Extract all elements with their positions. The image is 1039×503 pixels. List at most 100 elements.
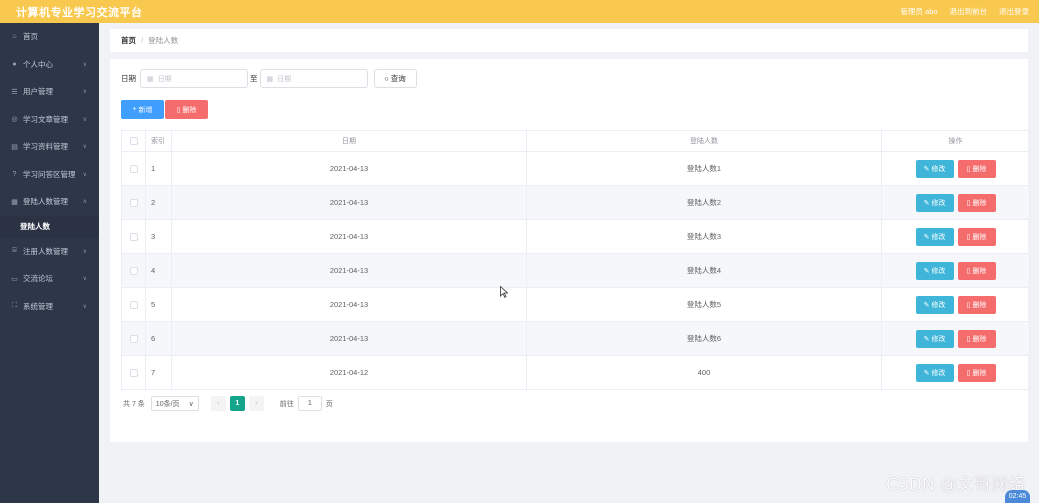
plus-icon: + bbox=[132, 106, 137, 113]
edit-button[interactable]: ✎ 修改 bbox=[915, 295, 954, 314]
user-label: 管理员 abo bbox=[900, 7, 938, 16]
table-row: 5 2021-04-13 登陆人数5 ✎ 修改 ▯ 删除 bbox=[122, 288, 1029, 322]
page-number-current[interactable]: 1 bbox=[229, 396, 245, 411]
search-form: 日期 ▦ 日期 至 ▦ 日期 ○ 查询 bbox=[121, 69, 417, 88]
row-login-count: 登陆人数1 bbox=[527, 152, 882, 185]
row-delete-button[interactable]: ▯ 删除 bbox=[957, 159, 996, 178]
trash-icon: ▯ bbox=[966, 369, 971, 377]
list-icon: ▦ bbox=[11, 198, 18, 206]
sidebar-item-articles[interactable]: ◎ 学习文章管理 ∨ bbox=[0, 106, 99, 134]
column-header-date: 日期 bbox=[172, 131, 527, 151]
page-size-select[interactable]: 10条/页 ∨ bbox=[150, 396, 199, 411]
row-delete-button[interactable]: ▯ 删除 bbox=[957, 261, 996, 280]
batch-delete-button[interactable]: ▯ 删除 bbox=[165, 100, 208, 119]
table-row: 1 2021-04-13 登陆人数1 ✎ 修改 ▯ 删除 bbox=[122, 152, 1029, 186]
front-link[interactable]: 退出到前台 bbox=[950, 6, 988, 17]
row-date: 2021-04-13 bbox=[172, 254, 527, 287]
table-row: 2 2021-04-13 登陆人数2 ✎ 修改 ▯ 删除 bbox=[122, 186, 1029, 220]
trash-icon: ▯ bbox=[966, 267, 971, 275]
next-page-button[interactable]: › bbox=[248, 396, 264, 411]
sidebar-item-register-count[interactable]: ⌸ 注册人数管理 ∨ bbox=[0, 238, 99, 266]
sidebar-item-label: 登陆人数管理 bbox=[23, 197, 68, 207]
question-icon: ? bbox=[12, 170, 17, 178]
add-button[interactable]: + 新增 bbox=[121, 100, 164, 119]
table-header: 索引 日期 登陆人数 操作 bbox=[122, 131, 1029, 152]
prev-page-button[interactable]: ‹ bbox=[210, 396, 226, 411]
sidebar-item-label: 系统管理 bbox=[23, 301, 53, 311]
start-date-input[interactable]: ▦ 日期 bbox=[140, 69, 248, 88]
grid-icon: ☰ bbox=[11, 88, 18, 96]
breadcrumb-current: 登陆人数 bbox=[148, 36, 179, 45]
row-checkbox[interactable] bbox=[129, 300, 138, 309]
edit-button[interactable]: ✎ 修改 bbox=[915, 159, 954, 178]
sidebar-item-label: 注册人数管理 bbox=[23, 246, 68, 256]
row-date: 2021-04-12 bbox=[172, 356, 527, 389]
row-index: 3 bbox=[146, 220, 172, 253]
sidebar-subitem-login-count[interactable]: 登陆人数 bbox=[0, 215, 99, 238]
row-checkbox[interactable] bbox=[129, 266, 138, 275]
end-date-input[interactable]: ▦ 日期 bbox=[259, 69, 368, 88]
sidebar-item-label: 学习问答区管理 bbox=[23, 169, 76, 179]
home-icon: ⌂ bbox=[12, 33, 17, 41]
row-checkbox[interactable] bbox=[129, 334, 138, 343]
trash-icon: ▯ bbox=[966, 335, 971, 343]
sidebar-item-home[interactable]: ⌂ 首页 bbox=[0, 23, 99, 51]
query-button[interactable]: ○ 查询 bbox=[373, 69, 417, 88]
chevron-down-icon: ∨ bbox=[82, 61, 87, 68]
edit-icon: ✎ bbox=[923, 199, 930, 207]
row-login-count: 400 bbox=[527, 356, 882, 389]
goto-page-input[interactable]: 1 bbox=[297, 396, 322, 411]
row-delete-button[interactable]: ▯ 删除 bbox=[957, 193, 996, 212]
edit-icon: ✎ bbox=[923, 233, 930, 241]
edit-button[interactable]: ✎ 修改 bbox=[915, 227, 954, 246]
trash-icon: ▯ bbox=[966, 233, 971, 241]
row-delete-button[interactable]: ▯ 删除 bbox=[957, 363, 996, 382]
breadcrumb-home[interactable]: 首页 bbox=[121, 35, 136, 46]
book-icon: ▤ bbox=[11, 143, 18, 151]
pagination: 共 7 条 10条/页 ∨ ‹ 1 › 前往 1 页 bbox=[123, 396, 333, 411]
row-login-count: 登陆人数5 bbox=[527, 288, 882, 321]
sidebar-item-label: 用户管理 bbox=[23, 87, 53, 97]
sidebar-item-label: 交流论坛 bbox=[23, 274, 53, 284]
sidebar-item-forum[interactable]: ▭ 交流论坛 ∨ bbox=[0, 265, 99, 293]
sidebar-item-login-count[interactable]: ▦ 登陆人数管理 ∧ bbox=[0, 188, 99, 216]
trash-icon: ▯ bbox=[966, 301, 971, 309]
goto-page: 前往 1 页 bbox=[280, 396, 333, 411]
content-panel: 日期 ▦ 日期 至 ▦ 日期 ○ 查询 + 新增 ▯ 删除 索引 日期 登陆人数… bbox=[110, 59, 1030, 442]
row-delete-button[interactable]: ▯ 删除 bbox=[957, 329, 996, 348]
row-delete-button[interactable]: ▯ 删除 bbox=[957, 295, 996, 314]
edit-button[interactable]: ✎ 修改 bbox=[915, 329, 954, 348]
sidebar-item-qa[interactable]: ? 学习问答区管理 ∨ bbox=[0, 161, 99, 189]
chevron-down-icon: ∨ bbox=[82, 89, 87, 96]
chevron-down-icon: ∨ bbox=[188, 400, 194, 408]
user-icon: ● bbox=[12, 60, 17, 68]
row-login-count: 登陆人数6 bbox=[527, 322, 882, 355]
row-index: 7 bbox=[146, 356, 172, 389]
chevron-down-icon: ∨ bbox=[82, 144, 87, 151]
table-row: 4 2021-04-13 登陆人数4 ✎ 修改 ▯ 删除 bbox=[122, 254, 1029, 288]
edit-button[interactable]: ✎ 修改 bbox=[915, 193, 954, 212]
select-all-checkbox[interactable] bbox=[129, 137, 138, 145]
row-date: 2021-04-13 bbox=[172, 152, 527, 185]
row-checkbox[interactable] bbox=[129, 368, 138, 377]
edit-button[interactable]: ✎ 修改 bbox=[915, 261, 954, 280]
edit-icon: ✎ bbox=[923, 335, 930, 343]
row-checkbox[interactable] bbox=[129, 164, 138, 173]
trash-icon: ▯ bbox=[966, 199, 971, 207]
trash-icon: ▯ bbox=[176, 106, 181, 114]
sidebar-item-materials[interactable]: ▤ 学习资料管理 ∨ bbox=[0, 133, 99, 161]
sidebar-item-system[interactable]: ⛶ 系统管理 ∨ bbox=[0, 293, 99, 321]
sidebar-item-profile[interactable]: ● 个人中心 ∨ bbox=[0, 51, 99, 79]
row-delete-button[interactable]: ▯ 删除 bbox=[957, 227, 996, 246]
row-date: 2021-04-13 bbox=[172, 322, 527, 355]
row-checkbox[interactable] bbox=[129, 232, 138, 241]
row-index: 2 bbox=[146, 186, 172, 219]
edit-button[interactable]: ✎ 修改 bbox=[915, 363, 954, 382]
edit-icon: ✎ bbox=[923, 369, 930, 377]
mouse-cursor-icon bbox=[500, 286, 508, 298]
row-checkbox[interactable] bbox=[129, 198, 138, 207]
sidebar-item-users[interactable]: ☰ 用户管理 ∨ bbox=[0, 78, 99, 106]
bank-icon: ⌸ bbox=[12, 247, 17, 255]
sidebar-item-label: 首页 bbox=[23, 32, 38, 42]
logout-link[interactable]: 退出登录 bbox=[999, 6, 1029, 17]
